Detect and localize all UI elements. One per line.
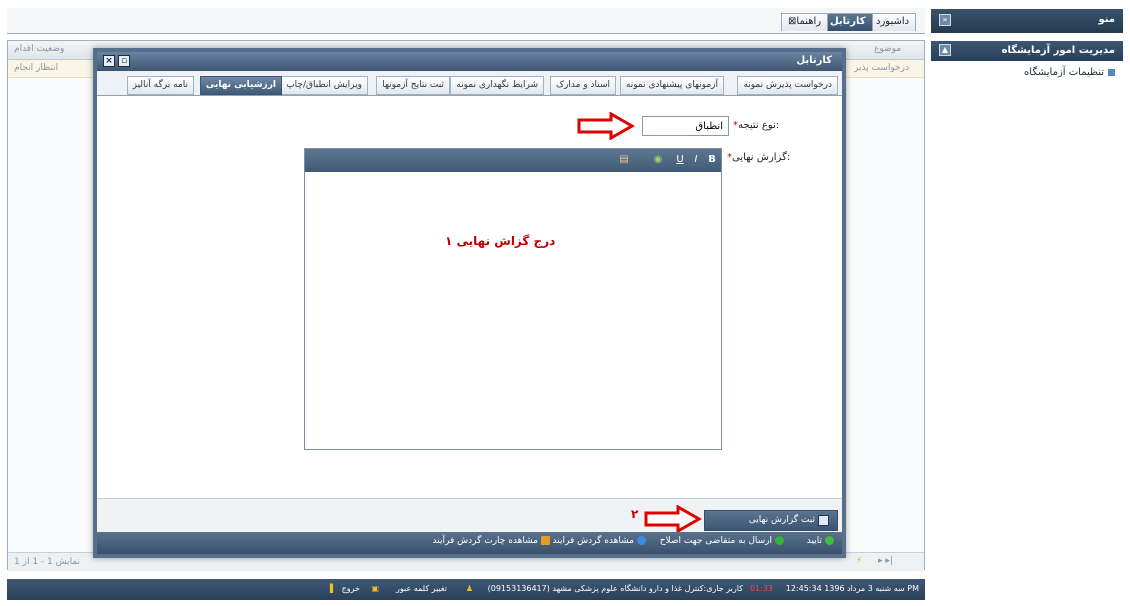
editor-toolbar: B I U ◉ ▤ xyxy=(305,149,721,172)
result-type-label: *نوع نتیجه: xyxy=(733,120,780,131)
status-bar: سه شنبه 3 مرداد 1396 12:45:34 PM 01:33 ک… xyxy=(7,579,925,600)
red-arrow-icon xyxy=(644,505,702,533)
tab-cartable[interactable]: کارتابل xyxy=(823,13,873,31)
tab-documents[interactable]: اسناد و مدارک xyxy=(549,76,616,95)
tab-final-evaluation[interactable]: ارزشیابی نهایی xyxy=(199,76,282,95)
tab-help[interactable]: ⊠راهنما xyxy=(781,13,829,31)
menu-group-lab-management[interactable]: ▲ مدیریت امور آزمایشگاه xyxy=(931,41,1123,61)
tab-test-results[interactable]: ثبت نتایج آزمونها xyxy=(376,76,450,95)
tab-analysis-letter[interactable]: نامه برگه آنالیز xyxy=(126,76,194,95)
tab-dashboard[interactable]: داشبورد xyxy=(869,13,917,31)
tab-edit-print[interactable]: ویرایش انطباق/چاپ xyxy=(280,76,368,95)
tab-storage-conditions[interactable]: شرایط نگهداری نمونه xyxy=(450,76,544,95)
status-datetime: سه شنبه 3 مرداد 1396 12:45:34 PM xyxy=(785,584,919,593)
save-disk-icon xyxy=(818,515,829,526)
side-menu-panel: » منو ▲ مدیریت امور آزمایشگاه تنظیمات آز… xyxy=(931,9,1123,599)
check-icon xyxy=(825,536,834,545)
editor-body[interactable]: درج گزاش نهایی ۱ xyxy=(305,172,721,449)
submit-label: ثبت گزارش نهایی xyxy=(748,515,815,525)
process-icon xyxy=(637,536,646,545)
change-password-link[interactable]: تغییر کلمه عبور xyxy=(396,584,447,593)
view-process-chart-action[interactable]: مشاهده چارت گردش فرآیند xyxy=(433,536,550,546)
menu-group-title: مدیریت امور آزمایشگاه xyxy=(1001,45,1115,56)
next-page-icon[interactable]: ▸ ▸| xyxy=(878,556,893,566)
collapse-group-icon[interactable]: ▲ xyxy=(939,44,951,56)
lock-icon: ▣ xyxy=(371,584,379,593)
exit-icon: ▐ xyxy=(326,584,333,593)
menu-item-lab-settings[interactable]: تنظیمات آزمایشگاه xyxy=(1024,67,1115,78)
modal-footer: ۲ ثبت گزارش نهایی xyxy=(97,498,842,533)
column-status[interactable]: وضعیت اقدام xyxy=(14,44,64,54)
view-process-action[interactable]: مشاهده گردش فرایند xyxy=(553,536,646,546)
result-type-field[interactable] xyxy=(642,116,729,136)
report-annotation: درج گزاش نهایی ۱ xyxy=(445,234,556,248)
return-for-edit-action[interactable]: ارسال به متقاضی جهت اصلاح xyxy=(660,536,784,546)
settings-square-icon xyxy=(1108,68,1115,76)
status-timer: 01:33 xyxy=(749,584,773,593)
final-report-editor[interactable]: B I U ◉ ▤ درج گزاش نهایی ۱ xyxy=(304,148,722,450)
menu-item-label: تنظیمات آزمایشگاه xyxy=(1024,67,1104,78)
row-status: انتظار انجام xyxy=(14,63,59,73)
italic-button[interactable]: I xyxy=(689,153,703,167)
submit-annotation: ۲ xyxy=(631,507,639,521)
modal-title: کارتابل xyxy=(796,55,832,66)
menu-header: » منو xyxy=(931,9,1123,33)
cartable-modal: × ▫ کارتابل درخواست پذیرش نمونه آزمونهای… xyxy=(93,48,846,558)
logout-link[interactable]: خروج xyxy=(342,584,360,593)
approve-action[interactable]: تایید xyxy=(807,536,834,546)
status-user: کاربر جاری:کنترل غذا و دارو دانشگاه علوم… xyxy=(487,584,743,593)
maximize-window-icon[interactable]: ▫ xyxy=(118,55,130,67)
spellcheck-icon[interactable]: ◉ xyxy=(651,153,665,167)
menu-title: منو xyxy=(1098,14,1115,25)
underline-button[interactable]: U xyxy=(673,153,687,167)
modal-titlebar[interactable]: × ▫ کارتابل xyxy=(97,52,842,71)
column-subject[interactable]: موضوع xyxy=(874,44,901,54)
submit-final-report-button[interactable]: ثبت گزارش نهایی xyxy=(704,510,838,531)
final-report-label: *گزارش نهایی: xyxy=(727,152,791,163)
main-tabbar: داشبورد کارتابل ⊠راهنما xyxy=(7,8,925,34)
tab-proposed-tests[interactable]: آزمونهای پیشنهادی نمونه xyxy=(619,76,724,95)
pager-text: نمایش 1 - 1 از 1 xyxy=(14,557,81,567)
bold-button[interactable]: B xyxy=(705,153,719,167)
collapse-menu-icon[interactable]: » xyxy=(939,14,951,26)
close-window-icon[interactable]: × xyxy=(103,55,115,67)
source-edit-icon[interactable]: ▤ xyxy=(617,153,631,167)
row-subject: درخواست پذیر xyxy=(854,63,910,73)
red-arrow-icon xyxy=(577,112,635,140)
refresh-icon[interactable]: ⚡ xyxy=(856,556,862,566)
return-icon xyxy=(775,536,784,545)
tab-acceptance-request[interactable]: درخواست پذیرش نمونه xyxy=(737,76,838,95)
user-icon: ♟ xyxy=(465,584,473,593)
modal-tabs: درخواست پذیرش نمونه آزمونهای پیشنهادی نم… xyxy=(97,71,842,96)
tab-help-label: راهنما xyxy=(796,16,822,27)
chart-icon xyxy=(541,536,550,545)
modal-actionbar: تایید ارسال به متقاضی جهت اصلاح مشاهده گ… xyxy=(97,532,842,554)
